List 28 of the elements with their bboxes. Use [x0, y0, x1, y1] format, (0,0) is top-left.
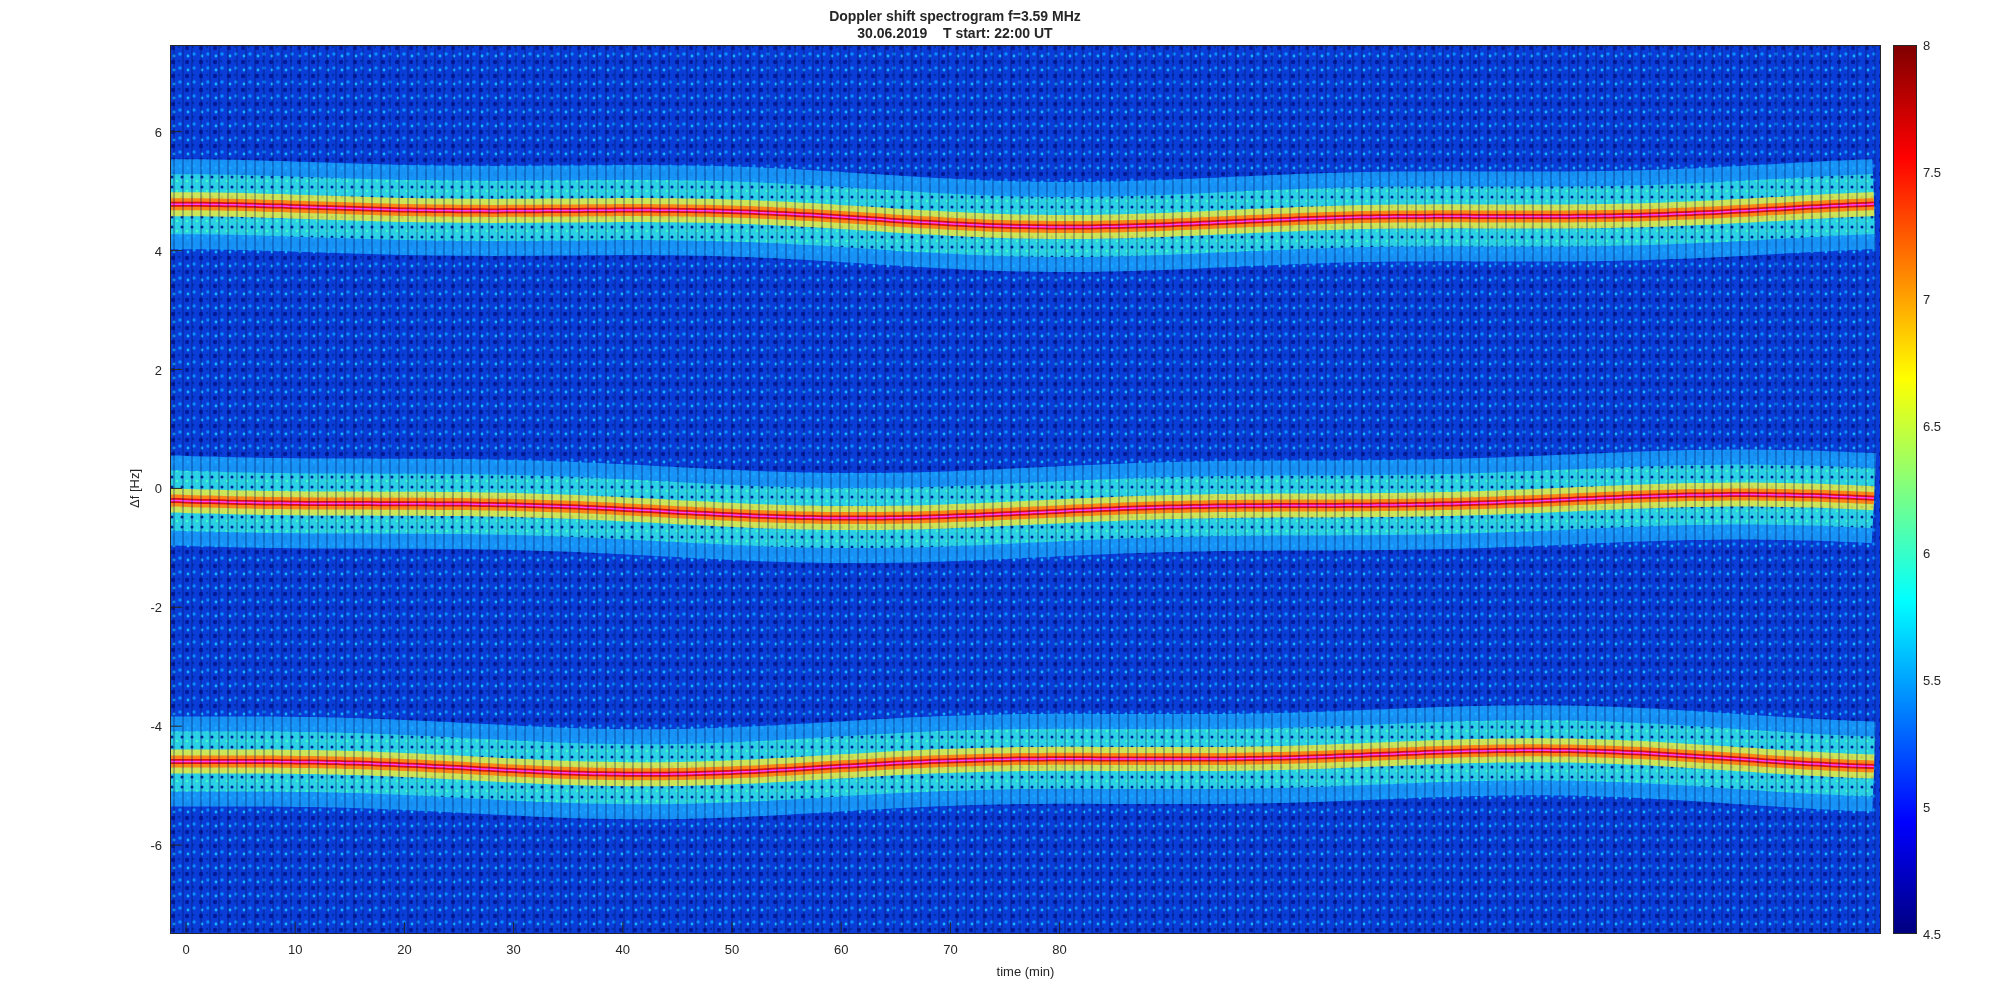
- x-tick-label: 10: [287, 942, 303, 957]
- colorbar-tick-label: 5: [1923, 799, 1931, 815]
- colorbar-tick-label: 6.5: [1923, 418, 1942, 434]
- x-tick-label: 20: [397, 942, 412, 957]
- y-axis-label: Δf [Hz]: [127, 469, 142, 508]
- y-tick-label: 2: [154, 362, 162, 377]
- colorbar-tick-label: 8: [1923, 37, 1931, 53]
- y-tick-label: 6: [154, 124, 162, 140]
- y-tick-label: 0: [154, 480, 162, 496]
- y-tick-label: 4: [154, 243, 162, 259]
- y-tick-label: -6: [150, 837, 162, 853]
- x-tick-label: 50: [724, 942, 740, 957]
- x-tick-label: 80: [1052, 942, 1067, 957]
- y-tick-label: -4: [150, 718, 162, 734]
- chart-subtitle: 30.06.2019 T start: 22:00 UT: [857, 25, 1053, 42]
- colorbar-tick-label: 7.5: [1923, 164, 1942, 180]
- y-tick-label: -2: [150, 599, 162, 615]
- x-tick-label: 60: [833, 942, 849, 957]
- x-tick-label: 40: [615, 942, 631, 957]
- x-tick-label: 30: [506, 942, 521, 957]
- colorbar-tick-label: 5.5: [1923, 672, 1942, 688]
- x-axis-label: time (min): [996, 964, 1055, 979]
- colorbar-tick-label: 7: [1923, 291, 1931, 307]
- x-tick-label: 70: [943, 942, 958, 957]
- colorbar-tick-label: 4.5: [1923, 926, 1942, 942]
- colorbar-tick-label: 6: [1923, 545, 1931, 561]
- chart-title: Doppler shift spectrogram f=3.59 MHz: [829, 8, 1081, 25]
- x-tick-label: 0: [182, 942, 190, 957]
